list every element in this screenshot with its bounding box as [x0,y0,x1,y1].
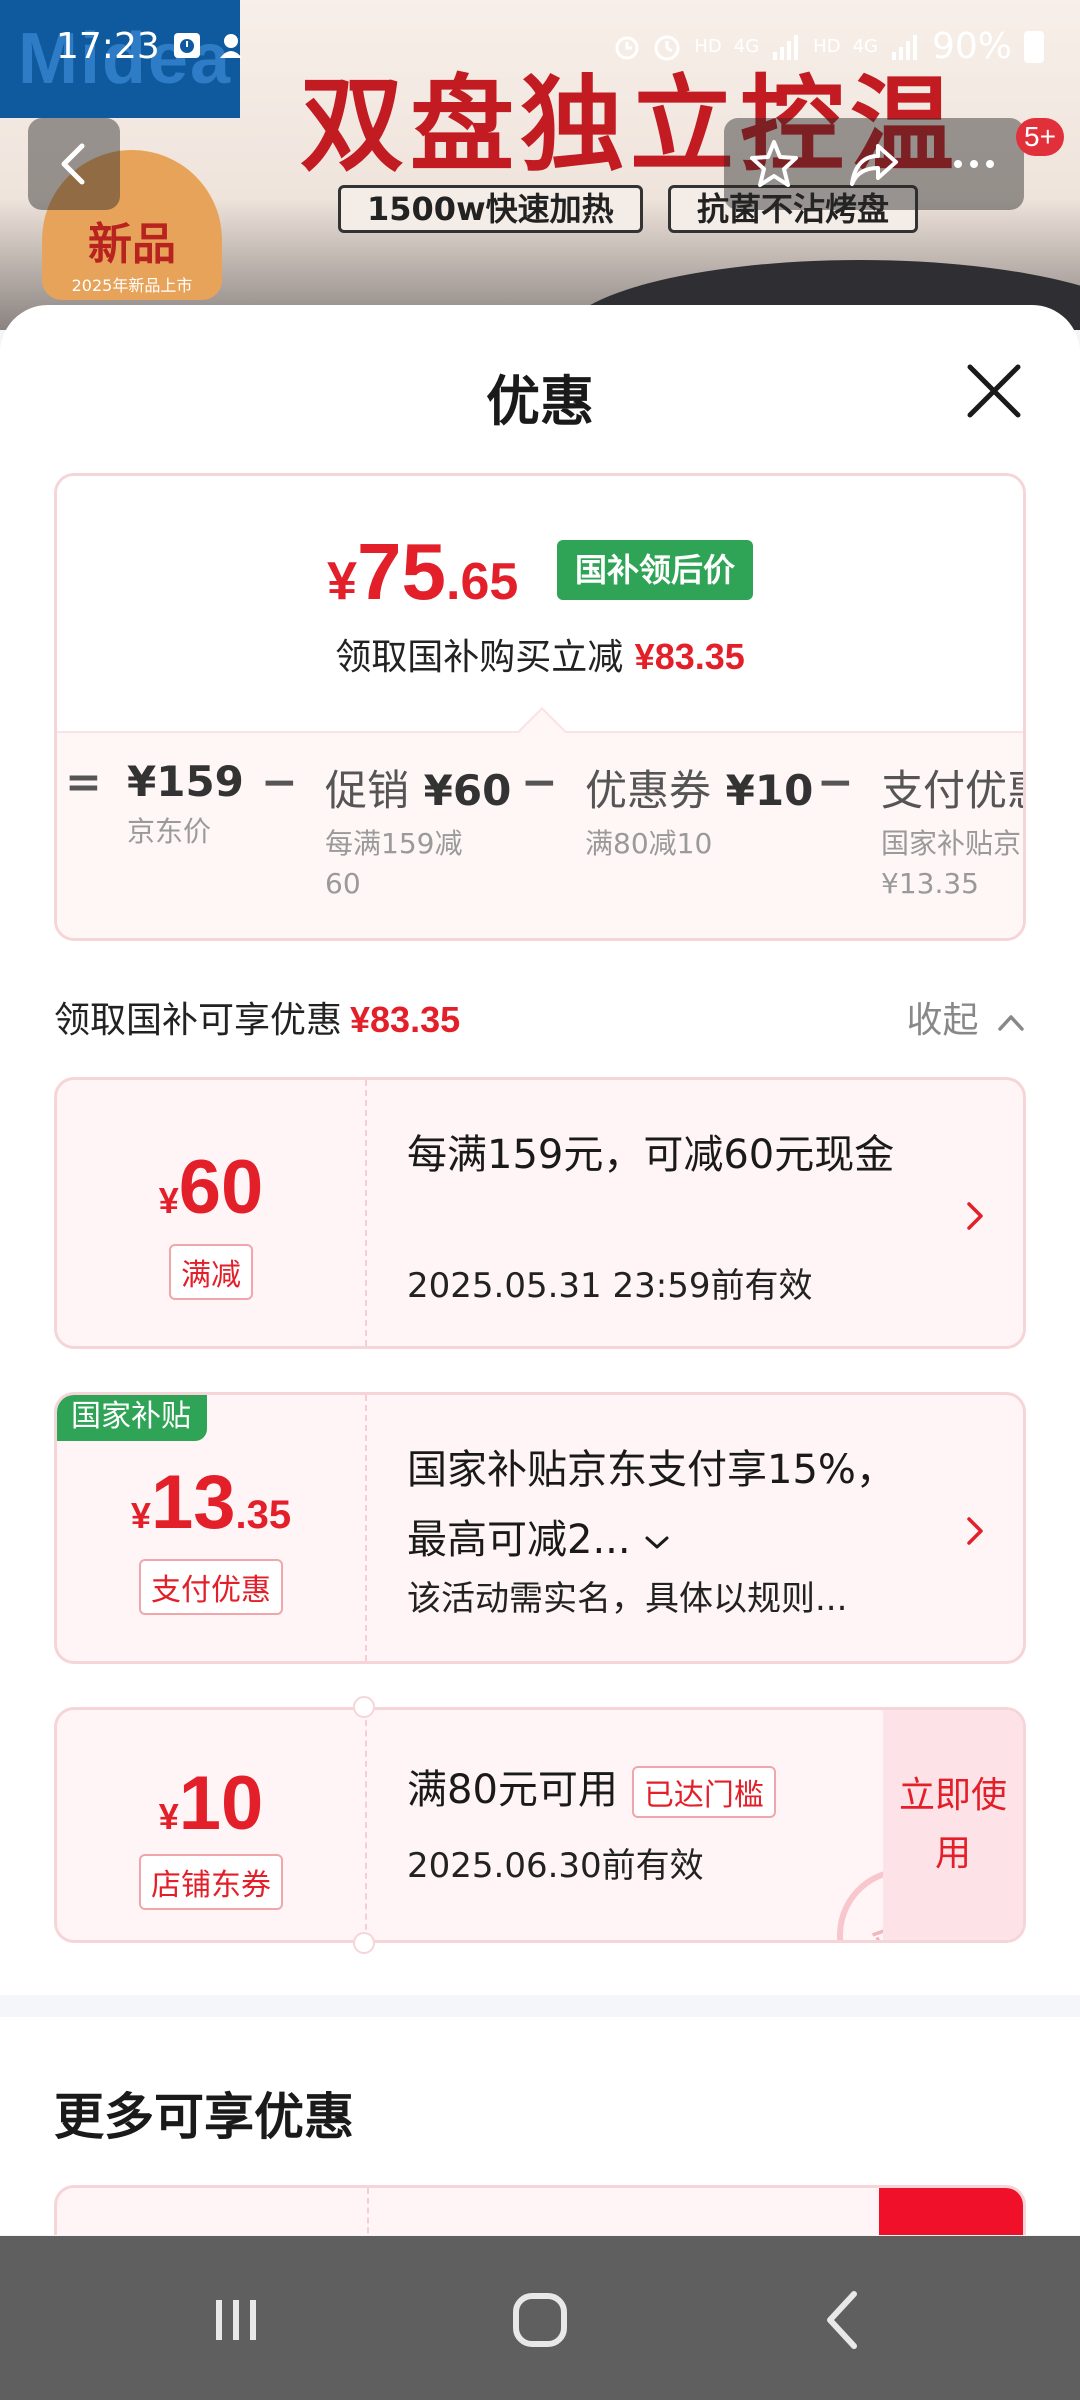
total-discount-amount: ¥83.35 [350,999,461,1040]
coupon-validity: 2025.05.31 23:59前有效 [407,1266,813,1306]
minus-sign: − [261,757,298,808]
discount-sheet: 优惠 ¥75.65 国补领后价 领取国补购买立减 ¥83.35 = ¥159 京… [0,305,1080,2235]
home-icon[interactable] [500,2280,580,2360]
total-discount-row: 领取国补可享优惠 ¥83.35 收起 [54,985,1026,1045]
close-icon[interactable] [964,361,1024,421]
coupon-amount: ¥13.35 [130,1460,292,1545]
coupon-amount: ¥10 [158,1761,264,1846]
coupon-type-tag: 满减 [169,1244,253,1300]
coupon-card-full-reduction[interactable]: ¥60 满减 每满159元，可减60元现金 2025.05.31 23:59前有… [54,1077,1026,1349]
coupon-amount: ¥60 [158,1145,264,1230]
status-time: 17:23 [56,26,160,67]
hd-label-1: HD [694,35,722,57]
network-4g-1: 4G [733,35,760,57]
chevron-up-icon [998,1015,1024,1031]
total-discount-label: 领取国补可享优惠 ¥83.35 [54,999,461,1041]
signal-icon [773,34,799,60]
collapse-button[interactable]: 收起 [907,991,1026,1043]
chevron-right-icon[interactable] [963,1513,987,1549]
recent-apps-icon[interactable] [196,2280,276,2360]
system-nav-bar [0,2236,1080,2400]
breakdown-coupon: 优惠券 ¥10 满80减10 [585,766,814,860]
coupon-description: 满80元可用 已达门槛 [407,1762,927,1818]
coupon-card-store: ¥10 店铺东券 满80元可用已达门槛 2025.06.30前有效 已领 立即使… [54,1707,1026,1943]
more-icon[interactable] [944,134,1004,194]
breakdown-payment: 支付优惠 国家补贴京 ¥13.35 [881,766,1023,900]
chevron-down-icon[interactable] [643,1532,671,1552]
more-discounts-title: 更多可享优惠 [54,2088,354,2146]
equals-sign: = [65,757,102,808]
coupon-type-tag: 店铺东券 [139,1854,283,1910]
battery-icon [1024,30,1044,63]
calendar-icon [174,33,200,58]
minus-sign: − [521,757,558,808]
network-4g-2: 4G [852,35,878,57]
minus-sign: − [817,757,854,808]
price-tag-badge: 国补领后价 [557,540,754,600]
status-bar: 17:23 HD 4G HD 4G 90% [0,0,1080,96]
reduce-amount: ¥83.35 [634,636,745,677]
reduce-line: 领取国补购买立减 ¥83.35 [335,636,745,678]
coupon-description: 国家补贴京东支付享15%，最高可减2... [407,1447,896,1563]
signal-icon-2 [891,34,917,60]
final-price: ¥75.65 [327,527,519,616]
back-button[interactable] [28,118,120,210]
coupon-description: 每满159元，可减60元现金 [407,1132,895,1178]
sheet-title: 优惠 [486,370,594,433]
coupon-punch-hole [353,1696,375,1718]
alarm-clock-icon [615,36,639,59]
coupon-card-payment-subsidy[interactable]: 国家补贴 ¥13.35 支付优惠 国家补贴京东支付享15%，最高可减2... 该… [54,1392,1026,1664]
coupon-rule-note: 该活动需实名，具体以规则... [407,1579,848,1619]
banner-tag-heating: 1500w快速加热 [338,185,643,233]
message-count-badge: 5+ [1016,118,1064,156]
top-action-group [724,118,1024,210]
coupon-validity: 2025.06.30前有效 [407,1846,704,1886]
assistant-icon [220,34,242,58]
share-icon[interactable] [844,134,904,194]
more-coupon-action[interactable] [879,2188,1023,2235]
star-icon[interactable] [744,134,804,194]
breakdown-promotion: 促销 ¥60 每满159减60 [325,766,512,900]
section-divider [0,1995,1080,2017]
chevron-left-icon [61,143,85,185]
alarm-icon [654,35,680,60]
back-nav-icon[interactable] [804,2280,884,2360]
more-coupon-card[interactable] [54,2185,1026,2235]
coupon-type-tag: 支付优惠 [139,1559,283,1615]
threshold-met-tag: 已达门槛 [631,1766,776,1818]
price-breakdown[interactable]: = ¥159 京东价 − 促销 ¥60 每满159减60 − 优惠券 ¥10 满… [57,731,1023,938]
chevron-right-icon[interactable] [963,1198,987,1234]
battery-percent: 90% [931,26,1012,67]
coupon-punch-hole [353,1932,375,1954]
price-summary-card: ¥75.65 国补领后价 领取国补购买立减 ¥83.35 = ¥159 京东价 … [54,473,1026,941]
use-now-button[interactable]: 立即使用 [883,1710,1023,1940]
breakdown-jd-price: ¥159 京东价 [127,757,244,848]
hd-label-2: HD [813,35,841,57]
